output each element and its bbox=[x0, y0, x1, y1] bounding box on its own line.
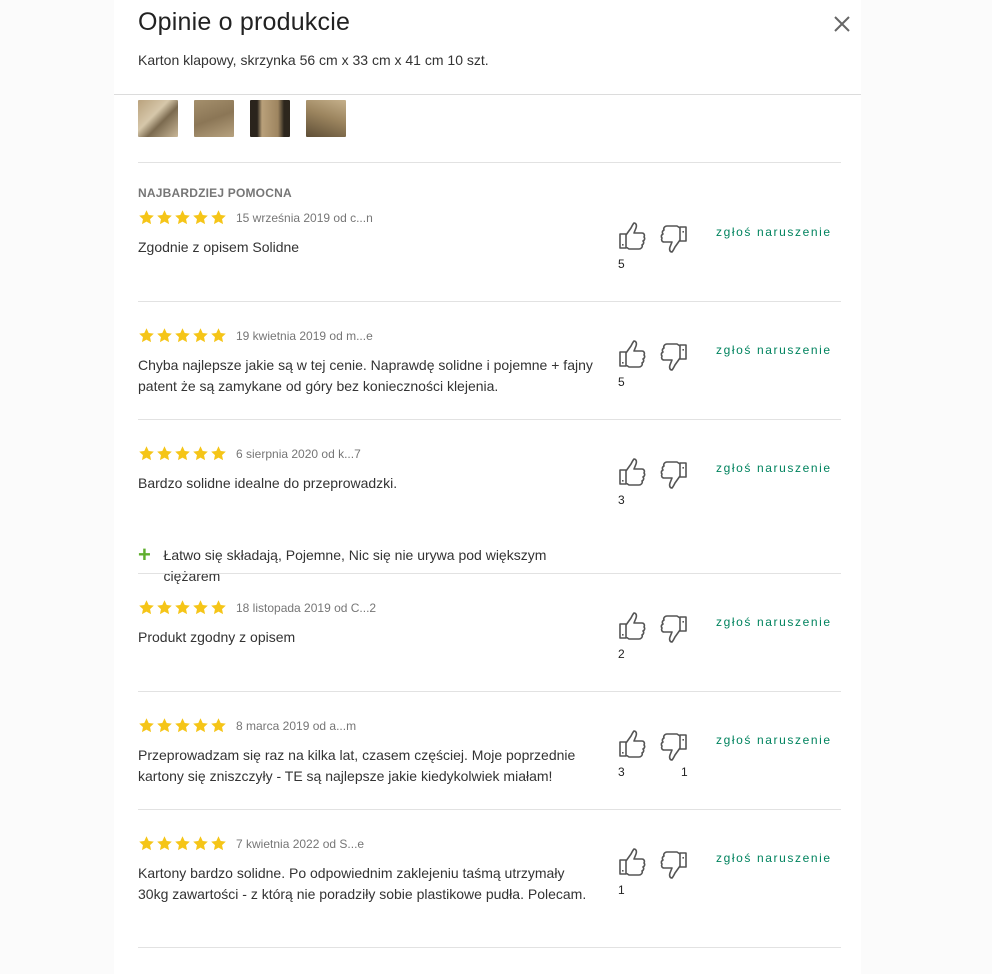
report-abuse-link[interactable]: zgłoś naruszenie bbox=[716, 461, 832, 475]
helpful-count: 2 bbox=[618, 647, 625, 661]
star-icon bbox=[193, 718, 208, 733]
review-divider bbox=[138, 301, 841, 302]
thumbs-down-icon[interactable] bbox=[658, 460, 688, 490]
star-icon bbox=[193, 836, 208, 851]
thumbs-up-icon[interactable] bbox=[618, 221, 648, 251]
star-icon bbox=[139, 328, 154, 343]
star-icon bbox=[175, 446, 190, 461]
review-meta: 7 kwietnia 2022 od S...e bbox=[236, 837, 365, 851]
review-text: Zgodnie z opisem Solidne bbox=[138, 239, 300, 255]
thumbs-down-icon[interactable] bbox=[658, 224, 688, 254]
star-icon bbox=[139, 836, 154, 851]
star-icon bbox=[175, 210, 190, 225]
review-meta: 8 marca 2019 od a...m bbox=[236, 719, 357, 733]
thumbs-up-icon[interactable] bbox=[618, 457, 648, 487]
star-icon bbox=[157, 446, 172, 461]
divider bbox=[114, 94, 861, 95]
helpful-count: 5 bbox=[618, 257, 625, 271]
photo-thumbnails bbox=[138, 100, 346, 137]
star-icon bbox=[175, 328, 190, 343]
review-divider bbox=[138, 809, 841, 810]
thumbs-up-icon[interactable] bbox=[618, 729, 648, 759]
rating-stars bbox=[138, 209, 227, 226]
thumbs-down-icon[interactable] bbox=[658, 614, 688, 644]
divider bbox=[138, 162, 841, 163]
thumbs-down-icon[interactable] bbox=[658, 342, 688, 372]
helpful-count: 3 bbox=[618, 493, 625, 507]
star-icon bbox=[157, 718, 172, 733]
report-abuse-link[interactable]: zgłoś naruszenie bbox=[716, 733, 832, 747]
star-icon bbox=[175, 718, 190, 733]
thumbs-up-icon[interactable] bbox=[618, 611, 648, 641]
product-name: Karton klapowy, skrzynka 56 cm x 33 cm x… bbox=[138, 52, 489, 68]
star-icon bbox=[157, 210, 172, 225]
photo-thumbnail[interactable] bbox=[250, 100, 290, 137]
star-icon bbox=[175, 600, 190, 615]
star-icon bbox=[211, 446, 226, 461]
helpful-count: 5 bbox=[618, 375, 625, 389]
review-meta: 6 sierpnia 2020 od k...7 bbox=[236, 447, 361, 461]
thumbs-down-icon[interactable] bbox=[658, 732, 688, 762]
plus-icon: + bbox=[138, 542, 151, 567]
review-text: Bardzo solidne idealne do przeprowadzki. bbox=[138, 475, 398, 491]
star-icon bbox=[211, 836, 226, 851]
review-divider bbox=[138, 573, 841, 574]
star-icon bbox=[193, 328, 208, 343]
rating-stars bbox=[138, 327, 227, 344]
review-meta: 19 kwietnia 2019 od m...e bbox=[236, 329, 373, 343]
report-abuse-link[interactable]: zgłoś naruszenie bbox=[716, 225, 832, 239]
review-pros: + Łatwo się składają, Pojemne, Nic się ni… bbox=[138, 542, 598, 587]
review-meta: 18 listopada 2019 od C...2 bbox=[236, 601, 377, 615]
star-icon bbox=[157, 600, 172, 615]
star-icon bbox=[139, 210, 154, 225]
report-abuse-link[interactable]: zgłoś naruszenie bbox=[716, 343, 832, 357]
star-icon bbox=[175, 836, 190, 851]
star-icon bbox=[157, 328, 172, 343]
helpful-count: 3 bbox=[618, 765, 625, 779]
rating-stars bbox=[138, 717, 227, 734]
thumbs-up-icon[interactable] bbox=[618, 339, 648, 369]
review-text: Produkt zgodny z opisem bbox=[138, 629, 296, 645]
star-icon bbox=[193, 210, 208, 225]
rating-stars bbox=[138, 599, 227, 616]
photo-thumbnail[interactable] bbox=[138, 100, 178, 137]
review-pros-text: Łatwo się składają, Pojemne, Nic się nie… bbox=[163, 547, 547, 584]
review-text: Kartony bardzo solidne. Po odpowiednim z… bbox=[138, 865, 587, 902]
star-icon bbox=[139, 600, 154, 615]
review-text: Przeprowadzam się raz na kilka lat, czas… bbox=[138, 747, 576, 784]
rating-stars bbox=[138, 445, 227, 462]
report-abuse-link[interactable]: zgłoś naruszenie bbox=[716, 615, 832, 629]
review-divider bbox=[138, 947, 841, 948]
thumbs-down-icon[interactable] bbox=[658, 850, 688, 880]
star-icon bbox=[193, 600, 208, 615]
review-divider bbox=[138, 419, 841, 420]
thumbs-up-icon[interactable] bbox=[618, 847, 648, 877]
star-icon bbox=[211, 210, 226, 225]
star-icon bbox=[211, 328, 226, 343]
review-meta: 15 września 2019 od c...n bbox=[236, 211, 373, 225]
photo-thumbnail[interactable] bbox=[194, 100, 234, 137]
section-label-most-helpful: NAJBARDZIEJ POMOCNA bbox=[138, 186, 292, 200]
star-icon bbox=[139, 446, 154, 461]
star-icon bbox=[211, 600, 226, 615]
star-icon bbox=[193, 446, 208, 461]
unhelpful-count: 1 bbox=[681, 765, 688, 779]
review-text: Chyba najlepsze jakie są w tej cenie. Na… bbox=[138, 357, 593, 394]
review-divider bbox=[138, 691, 841, 692]
helpful-count: 1 bbox=[618, 883, 625, 897]
star-icon bbox=[139, 718, 154, 733]
star-icon bbox=[211, 718, 226, 733]
report-abuse-link[interactable]: zgłoś naruszenie bbox=[716, 851, 832, 865]
close-icon[interactable] bbox=[828, 10, 856, 38]
star-icon bbox=[157, 836, 172, 851]
modal-title: Opinie o produkcie bbox=[138, 8, 351, 36]
rating-stars bbox=[138, 835, 227, 852]
photo-thumbnail[interactable] bbox=[306, 100, 346, 137]
